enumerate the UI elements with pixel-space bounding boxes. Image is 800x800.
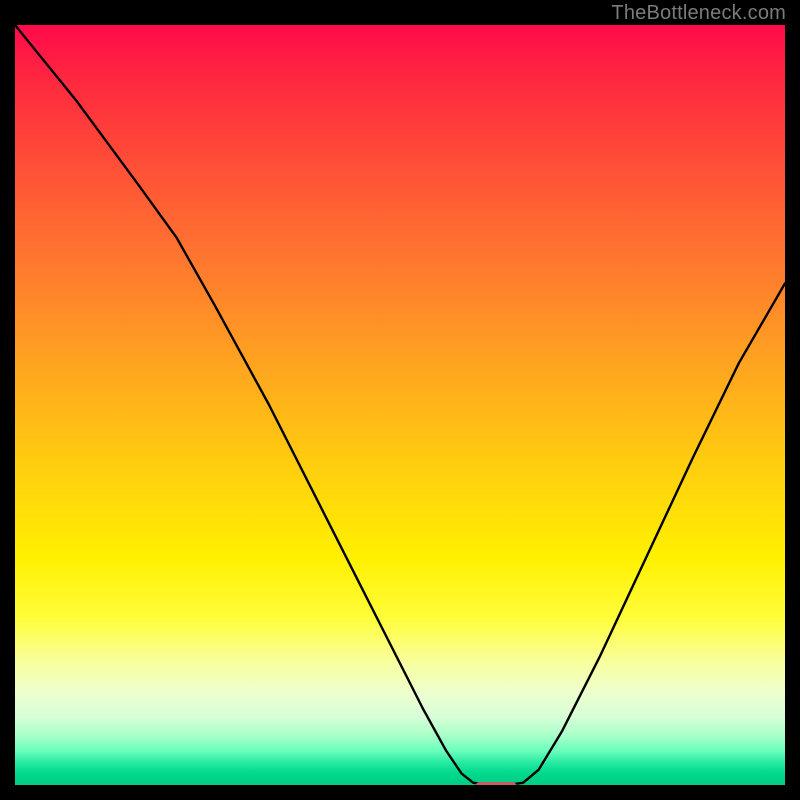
- chart-frame: TheBottleneck.com: [0, 0, 800, 800]
- bottleneck-curve-path: [15, 25, 785, 785]
- optimal-point-marker: [475, 782, 517, 785]
- plot-area: [15, 25, 785, 785]
- bottleneck-curve-svg: [15, 25, 785, 785]
- watermark-text: TheBottleneck.com: [611, 2, 786, 25]
